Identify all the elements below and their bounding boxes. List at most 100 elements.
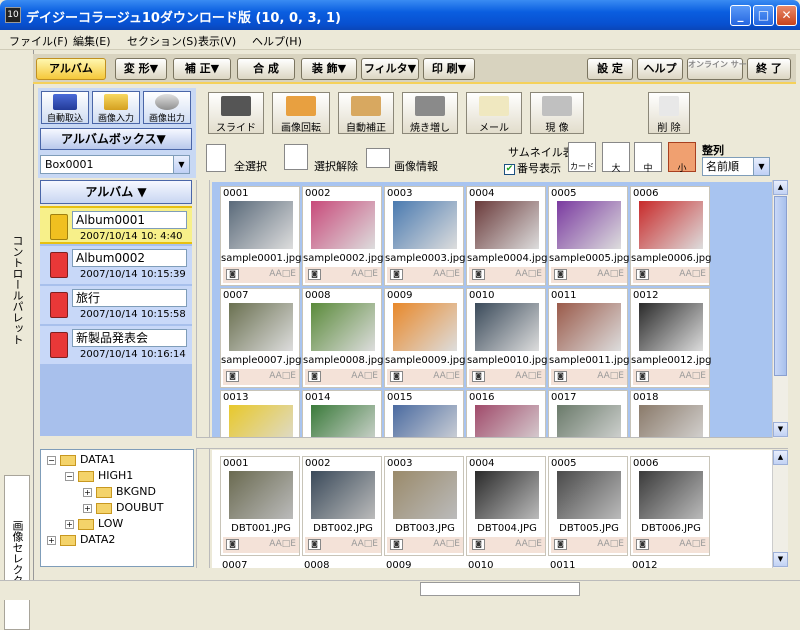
- thumbnail-card[interactable]: 0015◙AA□E: [384, 390, 464, 437]
- expand-toggle[interactable]: +: [83, 487, 92, 497]
- thumbnail-card[interactable]: 0006 sample0006.jpg ◙ AA□E: [630, 186, 711, 286]
- browser-thumbnail[interactable]: 0005 DBT005.JPG ◙ AA□E: [548, 456, 628, 556]
- thumbnail-card[interactable]: 0005 sample0005.jpg ◙ AA□E: [548, 186, 629, 286]
- album-item[interactable]: 旅行 2007/10/14 10:15:58: [40, 286, 192, 324]
- delete-button[interactable]: 削 除: [648, 92, 690, 134]
- thumbnail-card[interactable]: 0004 sample0004.jpg ◙ AA□E: [466, 186, 547, 286]
- scroll-down-icon[interactable]: ▼: [773, 552, 788, 567]
- maximize-button[interactable]: □: [753, 5, 774, 26]
- tab-filter[interactable]: フィルタ▼: [361, 58, 419, 80]
- tree-node[interactable]: + LOW: [65, 516, 123, 531]
- image-info-icon[interactable]: [366, 148, 390, 168]
- hand-icon[interactable]: [284, 144, 308, 170]
- tab-composite[interactable]: 合 成: [237, 58, 295, 80]
- menu-edit[interactable]: 編集(E): [73, 33, 111, 49]
- vertical-splitter[interactable]: [196, 180, 210, 568]
- expand-toggle[interactable]: +: [65, 519, 74, 529]
- tab-transform[interactable]: 変 形▼: [115, 58, 167, 80]
- expand-toggle[interactable]: −: [65, 471, 74, 481]
- chevron-down-icon[interactable]: ▼: [753, 158, 769, 175]
- thumbnail-card[interactable]: 0017◙AA□E: [548, 390, 628, 437]
- thumbnail-card[interactable]: 0013◙AA□E: [220, 390, 300, 437]
- thumbnail-card[interactable]: 0018◙AA□E: [630, 390, 710, 437]
- album-item[interactable]: Album0002 2007/10/14 10:15:39: [40, 246, 192, 284]
- browser-thumbnail[interactable]: 0002 DBT002.JPG ◙ AA□E: [302, 456, 382, 556]
- thumbnail-card[interactable]: 0014◙AA□E: [302, 390, 382, 437]
- thumbnail-card[interactable]: 0008 sample0008.jpg ◙ AA□E: [302, 288, 383, 388]
- horizontal-splitter[interactable]: [196, 437, 788, 449]
- tab-print[interactable]: 印 刷▼: [423, 58, 475, 80]
- album-item[interactable]: 新製品発表会 2007/10/14 10:16:14: [40, 326, 192, 364]
- image-output-button[interactable]: 画像出力: [143, 91, 191, 124]
- image-selector-tab[interactable]: 画像セレクタ: [4, 475, 30, 630]
- thumbnail-card[interactable]: 0012 sample0012.jpg ◙ AA□E: [630, 288, 711, 388]
- thumbnail-card[interactable]: 0016◙AA□E: [466, 390, 546, 437]
- tab-help[interactable]: ヘルプ: [637, 58, 683, 80]
- auto-import-button[interactable]: 自動取込: [41, 91, 89, 124]
- expand-toggle[interactable]: +: [83, 503, 92, 513]
- browser-thumbnail[interactable]: 0006 DBT006.JPG ◙ AA□E: [630, 456, 710, 556]
- thumbnail-card[interactable]: 0011 sample0011.jpg ◙ AA□E: [548, 288, 629, 388]
- deselect-label[interactable]: 選択解除: [314, 158, 358, 174]
- album-item[interactable]: Album0001 2007/10/14 10: 4:40: [40, 206, 192, 244]
- browser-scrollbar[interactable]: ▲ ▼: [772, 450, 788, 568]
- menu-section[interactable]: セクション(S): [127, 33, 198, 49]
- reprint-button[interactable]: 焼き増し: [402, 92, 458, 134]
- rotate-button[interactable]: 画像回転: [272, 92, 330, 134]
- expand-toggle[interactable]: +: [47, 535, 56, 545]
- develop-button[interactable]: 現 像: [530, 92, 584, 134]
- tab-correct[interactable]: 補 正▼: [173, 58, 231, 80]
- tab-online-service[interactable]: オンライン サービス: [687, 58, 763, 80]
- size-large-button[interactable]: 大: [602, 142, 630, 174]
- thumbnail-card[interactable]: 0010 sample0010.jpg ◙ AA□E: [466, 288, 547, 388]
- browser-thumbnail[interactable]: 0003 DBT003.JPG ◙ AA□E: [384, 456, 464, 556]
- expand-toggle[interactable]: −: [47, 455, 56, 465]
- slide-button[interactable]: スライド: [208, 92, 264, 134]
- menu-bar: ファイル(F) 編集(E) セクション(S) 表示(V) ヘルプ(H): [0, 30, 800, 50]
- album-header[interactable]: アルバム ▼: [40, 180, 192, 204]
- scroll-up-icon[interactable]: ▲: [773, 450, 788, 465]
- browser-thumbnail[interactable]: 0001 DBT001.JPG ◙ AA□E: [220, 456, 300, 556]
- size-medium-button[interactable]: 中: [634, 142, 662, 174]
- thumbnail-card[interactable]: 0002 sample0002.jpg ◙ AA□E: [302, 186, 383, 286]
- album-box-dropdown[interactable]: アルバムボックス▼: [40, 128, 192, 150]
- thumbnail-card[interactable]: 0007 sample0007.jpg ◙ AA□E: [220, 288, 301, 388]
- thumbnail-card[interactable]: 0009 sample0009.jpg ◙ AA□E: [384, 288, 465, 388]
- scroll-thumb[interactable]: [774, 196, 787, 376]
- tab-decorate[interactable]: 装 飾▼: [301, 58, 357, 80]
- menu-file[interactable]: ファイル(F): [9, 33, 68, 49]
- tab-album[interactable]: アルバム: [36, 58, 106, 80]
- card-view-button[interactable]: カード: [568, 142, 596, 172]
- tree-node[interactable]: − HIGH1: [65, 468, 133, 483]
- thumbnail-flags: AA□E: [433, 539, 460, 549]
- browser-thumbnail[interactable]: 0004 DBT004.JPG ◙ AA□E: [466, 456, 546, 556]
- size-small-button[interactable]: 小: [668, 142, 696, 174]
- tab-exit[interactable]: 終 了: [747, 58, 791, 80]
- chevron-down-icon[interactable]: ▼: [173, 156, 189, 173]
- number-display-checkbox[interactable]: ✔ 番号表示: [504, 160, 561, 176]
- select-all-label[interactable]: 全選択: [234, 158, 267, 174]
- tree-node[interactable]: + BKGND: [83, 484, 156, 499]
- tab-settings[interactable]: 設 定: [587, 58, 633, 80]
- thumbnail-flags: AA□E: [679, 371, 706, 381]
- box-select[interactable]: Box0001 ▼: [40, 155, 190, 174]
- image-input-button[interactable]: 画像入力: [92, 91, 140, 124]
- thumbnail-card[interactable]: 0001 sample0001.jpg ◙ AA□E: [220, 186, 301, 286]
- menu-help[interactable]: ヘルプ(H): [252, 33, 302, 49]
- sort-select[interactable]: 名前順 ▼: [702, 157, 770, 176]
- scroll-down-icon[interactable]: ▼: [773, 422, 788, 437]
- thumbnail-scrollbar[interactable]: ▲ ▼: [772, 180, 788, 438]
- mail-button[interactable]: メール: [466, 92, 522, 134]
- tree-node[interactable]: + DOUBUT: [83, 500, 164, 515]
- minimize-button[interactable]: _: [730, 5, 751, 26]
- menu-view[interactable]: 表示(V): [198, 33, 236, 49]
- thumbnail-card[interactable]: 0003 sample0003.jpg ◙ AA□E: [384, 186, 465, 286]
- tree-node[interactable]: + DATA2: [47, 532, 115, 547]
- tree-node[interactable]: − DATA1: [47, 452, 115, 467]
- auto-correct-button[interactable]: 自動補正: [338, 92, 394, 134]
- select-all-icon[interactable]: [206, 144, 226, 172]
- scroll-up-icon[interactable]: ▲: [773, 180, 788, 195]
- control-palette-tab[interactable]: コントロールパレット: [4, 200, 30, 380]
- close-button[interactable]: ✕: [776, 5, 797, 26]
- image-info-label[interactable]: 画像情報: [394, 158, 438, 174]
